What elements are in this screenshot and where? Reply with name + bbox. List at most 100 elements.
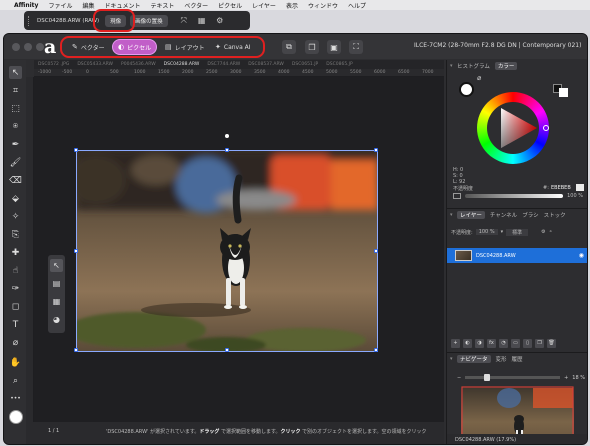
- text-tool-icon[interactable]: T: [9, 318, 22, 331]
- layer-name[interactable]: DSC04288.ARW: [476, 253, 516, 259]
- eyedropper-icon[interactable]: ⌀: [477, 74, 481, 82]
- gear-icon[interactable]: ⚙: [541, 229, 545, 235]
- menu-window[interactable]: ウィンドウ: [308, 1, 338, 10]
- doc-tab[interactable]: DSC0651.JP: [292, 62, 318, 67]
- boolean-icon[interactable]: ⧉: [282, 40, 296, 54]
- fx-icon[interactable]: fx: [487, 339, 496, 348]
- transform-icon[interactable]: ⤧: [178, 15, 190, 27]
- duplicate-icon[interactable]: ❐: [535, 339, 544, 348]
- dodge-tool-icon[interactable]: ✧: [9, 210, 22, 223]
- opacity-value[interactable]: 100 %: [567, 193, 583, 199]
- mask-icon[interactable]: ◐: [463, 339, 472, 348]
- more-tools-icon[interactable]: •••: [9, 392, 22, 405]
- crop-tool-icon[interactable]: ⌗: [9, 84, 22, 97]
- menu-edit[interactable]: 編集: [82, 1, 94, 10]
- menu-file[interactable]: ファイル: [48, 1, 72, 10]
- resize-handle-s[interactable]: [225, 348, 229, 352]
- move-tool-icon[interactable]: ↖: [9, 66, 22, 79]
- rotation-handle[interactable]: [225, 134, 229, 138]
- eye-icon[interactable]: ◉: [579, 252, 584, 259]
- doc-tab[interactable]: DSC0572 .JPG: [38, 62, 69, 67]
- tab-color[interactable]: カラー: [494, 62, 518, 70]
- zoom-slider[interactable]: [465, 374, 561, 381]
- marquee-tool-icon[interactable]: ⬚: [9, 102, 22, 115]
- menu-text[interactable]: テキスト: [151, 1, 175, 10]
- menu-pixel[interactable]: ピクセル: [218, 1, 242, 10]
- delete-layer-icon[interactable]: 🗑: [547, 339, 556, 348]
- pen-tool-icon[interactable]: ✑: [9, 282, 22, 295]
- tab-histogram[interactable]: ヒストグラム: [457, 62, 490, 70]
- selection-bounding-box[interactable]: [74, 148, 378, 352]
- resize-handle-n[interactable]: [225, 148, 229, 152]
- wheel-hue-marker[interactable]: [543, 125, 549, 131]
- canvas[interactable]: ↖ ▤ ▦ ◕: [34, 77, 444, 422]
- zoom-value[interactable]: 18 %: [572, 375, 585, 381]
- tab-brushes[interactable]: ブラシ: [522, 211, 538, 219]
- snapping-icon[interactable]: ▣: [327, 40, 341, 54]
- arrange-icon[interactable]: ❐: [305, 40, 319, 54]
- tab-navigator[interactable]: ナビゲータ: [457, 355, 491, 363]
- palette-icon[interactable]: ◕: [50, 313, 63, 326]
- chevron-down-icon[interactable]: ▾: [501, 229, 504, 235]
- close-window-button[interactable]: [12, 43, 20, 51]
- resize-handle-e[interactable]: [374, 249, 378, 253]
- layer-opacity-value[interactable]: 100 %: [475, 229, 498, 235]
- saturation-triangle[interactable]: [487, 102, 539, 154]
- tab-layers[interactable]: レイヤー: [457, 211, 485, 219]
- layer-stack-icon[interactable]: ▤: [50, 277, 63, 290]
- menu-vector[interactable]: ベクター: [184, 1, 208, 10]
- live-filter-icon[interactable]: ◔: [499, 339, 508, 348]
- tab-history[interactable]: 履歴: [512, 355, 523, 363]
- drag-handle[interactable]: [28, 15, 31, 26]
- heal-tool-icon[interactable]: ✚: [9, 246, 22, 259]
- menu-view[interactable]: 表示: [286, 1, 298, 10]
- smudge-tool-icon[interactable]: ☝: [9, 264, 22, 277]
- tab-channels[interactable]: チャンネル: [490, 211, 517, 219]
- resize-handle-ne[interactable]: [374, 148, 378, 152]
- shape-tool-icon[interactable]: ◻: [9, 300, 22, 313]
- layer-options-icon[interactable]: ⚬: [549, 229, 553, 235]
- group-icon[interactable]: ▭: [511, 339, 520, 348]
- doc-tab-active[interactable]: DSC04288.ARW: [164, 62, 200, 67]
- minimize-window-button[interactable]: [24, 43, 32, 51]
- grid-icon[interactable]: ▦: [196, 15, 208, 27]
- resize-handle-sw[interactable]: [74, 348, 78, 352]
- resize-handle-w[interactable]: [74, 249, 78, 253]
- settings-icon[interactable]: ⚙: [214, 15, 226, 27]
- color-picker-icon[interactable]: ✒: [9, 138, 22, 151]
- zoom-window-button[interactable]: [36, 43, 44, 51]
- affinity-logo[interactable]: a: [44, 36, 56, 58]
- foreground-color-swatch[interactable]: [459, 82, 474, 97]
- background-color-swatch[interactable]: [559, 88, 568, 97]
- menu-layer[interactable]: レイヤー: [252, 1, 276, 10]
- fill-tool-icon[interactable]: ⬙: [9, 192, 22, 205]
- fullscreen-icon[interactable]: ⛶: [349, 40, 363, 54]
- brush-tool-icon[interactable]: 🖌: [9, 156, 22, 169]
- folder-icon[interactable]: ▯: [523, 339, 532, 348]
- tab-stock[interactable]: ストック: [544, 211, 566, 219]
- tab-transform[interactable]: 変形: [496, 355, 507, 363]
- zoom-in-icon[interactable]: +: [564, 375, 568, 381]
- flood-select-icon[interactable]: ⍟: [9, 120, 22, 133]
- zoom-tool-icon[interactable]: ⌕: [9, 374, 22, 387]
- opacity-slider[interactable]: [465, 193, 564, 198]
- blend-mode-select[interactable]: 標準: [506, 228, 529, 236]
- doc-tab[interactable]: DSC7744.ARW: [207, 62, 240, 67]
- eraser-tool-icon[interactable]: ⌫: [9, 174, 22, 187]
- doc-tab[interactable]: DSC08537.ARW: [248, 62, 284, 67]
- menu-help[interactable]: ヘルプ: [348, 1, 366, 10]
- doc-tab[interactable]: DSC0865.JP: [326, 62, 352, 67]
- zoom-slider-knob[interactable]: [484, 374, 491, 381]
- zoom-out-icon[interactable]: −: [457, 375, 461, 381]
- resize-handle-se[interactable]: [374, 348, 378, 352]
- doc-tab[interactable]: DSC05433.ARW: [77, 62, 113, 67]
- mesh-icon[interactable]: ▦: [50, 295, 63, 308]
- resize-handle-nw[interactable]: [74, 148, 78, 152]
- clone-tool-icon[interactable]: ⎘: [9, 228, 22, 241]
- color-well[interactable]: [9, 410, 23, 424]
- menu-app-name[interactable]: Affinity: [14, 2, 38, 9]
- replace-image-button[interactable]: 画像の置換: [130, 14, 168, 27]
- add-layer-icon[interactable]: +: [451, 339, 460, 348]
- adjustment-icon[interactable]: ◑: [475, 339, 484, 348]
- eyedropper-icon[interactable]: ⌀: [9, 336, 22, 349]
